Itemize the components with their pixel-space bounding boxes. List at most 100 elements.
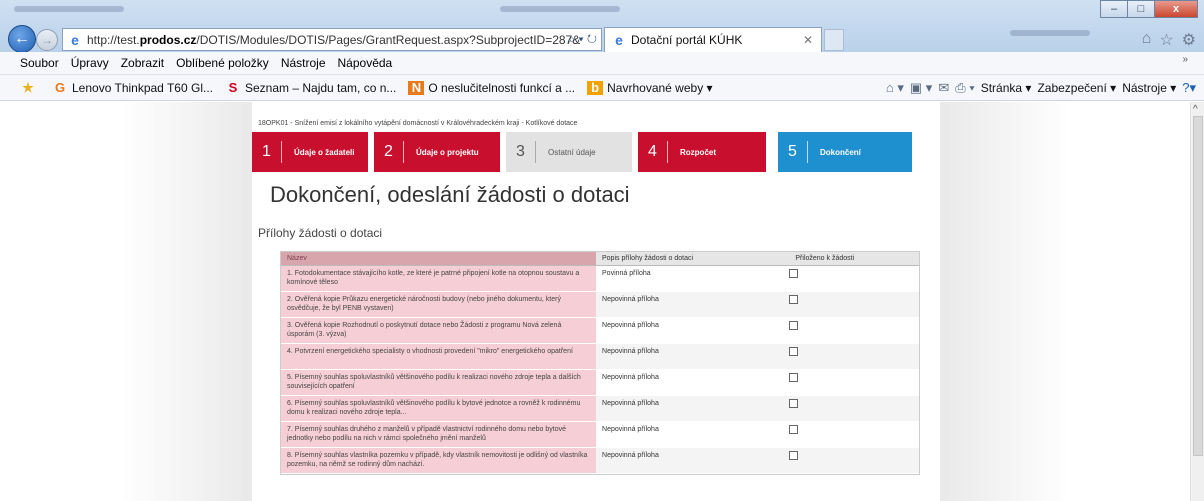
ie-page-icon: e: [71, 31, 79, 48]
tab-ie-icon: e: [615, 32, 623, 48]
bing-icon: b: [587, 80, 604, 95]
address-controls[interactable]: ⌕ ▾ ↻: [568, 32, 597, 47]
favorite-label: Seznam – Najdu tam, co n...: [244, 80, 397, 95]
help-icon[interactable]: ?▾: [1182, 80, 1196, 96]
step-1[interactable]: 1 Údaje o žadateli: [252, 132, 368, 172]
page-viewport: 18OPK01 - Snížení emisí z lokálního vytá…: [0, 102, 1190, 501]
favorite-label: Lenovo Thinkpad T60 Gl...: [72, 80, 213, 95]
attachment-name: 3. Ověřená kopie Rozhodnutí o poskytnutí…: [281, 318, 597, 343]
chevron-more-icon[interactable]: »: [1182, 54, 1188, 65]
step-4[interactable]: 4 Rozpočet: [638, 132, 766, 172]
address-suffix: /DOTIS/Modules/DOTIS/Pages/GrantRequest.…: [196, 32, 581, 47]
favorite-seznam[interactable]: S Seznam – Najdu tam, co n...: [225, 79, 397, 95]
titlebar-quick-access: [14, 6, 124, 12]
step-2[interactable]: 2 Údaje o projektu: [374, 132, 500, 172]
back-button[interactable]: ←: [8, 25, 36, 53]
header-nazev: Název: [281, 252, 596, 265]
favorite-label: Navrhované weby ▾: [607, 80, 713, 95]
step-number: 4: [638, 141, 668, 163]
attachment-desc: Nepovinná příloha: [602, 426, 659, 433]
lenovo-icon: G: [54, 79, 66, 95]
favorite-neslucitelnost[interactable]: NO neslučitelnosti funkcí a ...: [408, 80, 575, 95]
menu-bar: Soubor Úpravy Zobrazit Oblíbené položky …: [0, 52, 1204, 75]
news-icon: N: [408, 80, 425, 95]
project-name: 18OPK01 - Snížení emisí z lokálního vytá…: [258, 120, 578, 127]
attached-checkbox[interactable]: [789, 373, 799, 382]
table-row: 2. Ověřená kopie Průkazu energetické nár…: [281, 292, 919, 318]
attached-cell: [789, 292, 919, 317]
page-title: Dokončení, odeslání žádosti o dotaci: [270, 182, 630, 207]
menu-item-upravy[interactable]: Úpravy: [71, 56, 109, 70]
attached-checkbox[interactable]: [789, 451, 799, 460]
address-bar[interactable]: e http://test.prodos.cz/DOTIS/Modules/DO…: [62, 28, 602, 51]
attachment-desc: Nepovinná příloha: [596, 448, 790, 473]
window-titlebar: – □ x ← → e http://test.prodos.cz/DOTIS/…: [0, 0, 1204, 53]
menu-item-zobrazit[interactable]: Zobrazit: [121, 56, 164, 70]
attachment-name: 5. Písemný souhlas spoluvlastníků většin…: [281, 370, 597, 395]
step-number: 1: [252, 141, 282, 163]
attachment-desc: Nepovinná příloha: [602, 322, 659, 329]
attachment-desc: Nepovinná příloha: [596, 396, 790, 421]
close-button[interactable]: x: [1154, 0, 1198, 18]
search-icon[interactable]: ⌕: [568, 32, 575, 46]
titlebar-title: [500, 6, 620, 12]
scrollbar-thumb[interactable]: [1193, 116, 1203, 456]
mail-icon[interactable]: ✉: [938, 80, 949, 96]
step-label: Rozpočet: [680, 147, 716, 157]
menu-stranka[interactable]: Stránka ▾: [981, 81, 1032, 95]
header-prilozeno: Přiloženo k žádosti: [795, 255, 855, 262]
step-label: Údaje o projektu: [416, 147, 479, 157]
page-content: 18OPK01 - Snížení emisí z lokálního vytá…: [252, 102, 940, 501]
step-label: Ostatní údaje: [548, 147, 596, 157]
user-name: [1010, 30, 1090, 36]
attached-cell: [789, 396, 919, 421]
print-icon[interactable]: ⎙ ▾: [955, 80, 974, 96]
attached-checkbox[interactable]: [789, 269, 799, 278]
attached-checkbox[interactable]: [789, 295, 799, 304]
favorites-star-icon[interactable]: ☆: [1159, 30, 1173, 50]
home-icon[interactable]: ⌂: [1142, 30, 1152, 50]
step-5[interactable]: 5 Dokončení: [778, 132, 912, 172]
tab-close-icon[interactable]: ✕: [803, 33, 813, 47]
minimize-button[interactable]: –: [1100, 0, 1128, 18]
gear-icon[interactable]: ⚙: [1182, 30, 1196, 50]
menu-zabezpeceni[interactable]: Zabezpečení ▾: [1037, 81, 1116, 95]
favorites-bar: ★ G Lenovo Thinkpad T60 Gl... S Seznam – N…: [0, 75, 1204, 101]
scroll-up-icon[interactable]: ^: [1193, 104, 1198, 115]
menu-nastroje-cmd[interactable]: Nástroje ▾: [1122, 81, 1176, 95]
attached-checkbox[interactable]: [789, 321, 799, 330]
attachment-desc: Nepovinná příloha: [596, 344, 790, 369]
attached-cell: [789, 448, 919, 473]
attached-checkbox[interactable]: [789, 347, 799, 356]
home-page-icon[interactable]: ⌂ ▾: [886, 80, 904, 96]
step-number: 5: [778, 141, 808, 163]
wizard-steps: 1 Údaje o žadateli 2 Údaje o projektu 3 …: [252, 132, 940, 172]
menu-item-nastroje[interactable]: Nástroje: [281, 56, 326, 70]
forward-button[interactable]: →: [36, 29, 58, 51]
menu-item-oblibene[interactable]: Oblíbené položky: [176, 56, 269, 70]
maximize-button[interactable]: □: [1127, 0, 1155, 18]
step-3[interactable]: 3 Ostatní údaje: [506, 132, 632, 172]
browser-tab[interactable]: e Dotační portál KÚHK ✕: [604, 27, 822, 52]
page-side-shadow-right: [940, 102, 1070, 501]
table-body: 1. Fotodokumentace stávajícího kotle, ze…: [281, 266, 919, 474]
refresh-icon[interactable]: ↻: [587, 32, 597, 46]
favorites-star-add[interactable]: ★: [20, 79, 40, 95]
vertical-scrollbar[interactable]: ^: [1190, 102, 1204, 501]
toolbar-icons: ⌂ ☆ ⚙: [1142, 30, 1196, 50]
favorite-navrhovane[interactable]: b Navrhované weby ▾: [587, 80, 713, 95]
menu-item-soubor[interactable]: Soubor: [20, 56, 59, 70]
attachment-name: 8. Písemný souhlas vlastníka pozemku v p…: [281, 448, 597, 473]
attached-checkbox[interactable]: [789, 399, 799, 408]
new-tab-button[interactable]: [824, 29, 844, 51]
favorite-lenovo[interactable]: G Lenovo Thinkpad T60 Gl...: [52, 79, 213, 95]
command-bar: ⌂ ▾ ▣ ▾ ✉ ⎙ ▾ Stránka ▾ Zabezpečení ▾ Ná…: [886, 80, 1196, 96]
address-text[interactable]: http://test.prodos.cz/DOTIS/Modules/DOTI…: [87, 33, 580, 47]
feeds-icon[interactable]: ▣ ▾: [910, 80, 932, 96]
menu-item-napoveda[interactable]: Nápověda: [338, 56, 393, 70]
attached-checkbox[interactable]: [789, 425, 799, 434]
attached-cell: [789, 422, 919, 447]
seznam-icon: S: [228, 79, 238, 95]
step-number: 2: [374, 141, 404, 163]
add-favorite-star-icon: ★: [22, 79, 34, 95]
